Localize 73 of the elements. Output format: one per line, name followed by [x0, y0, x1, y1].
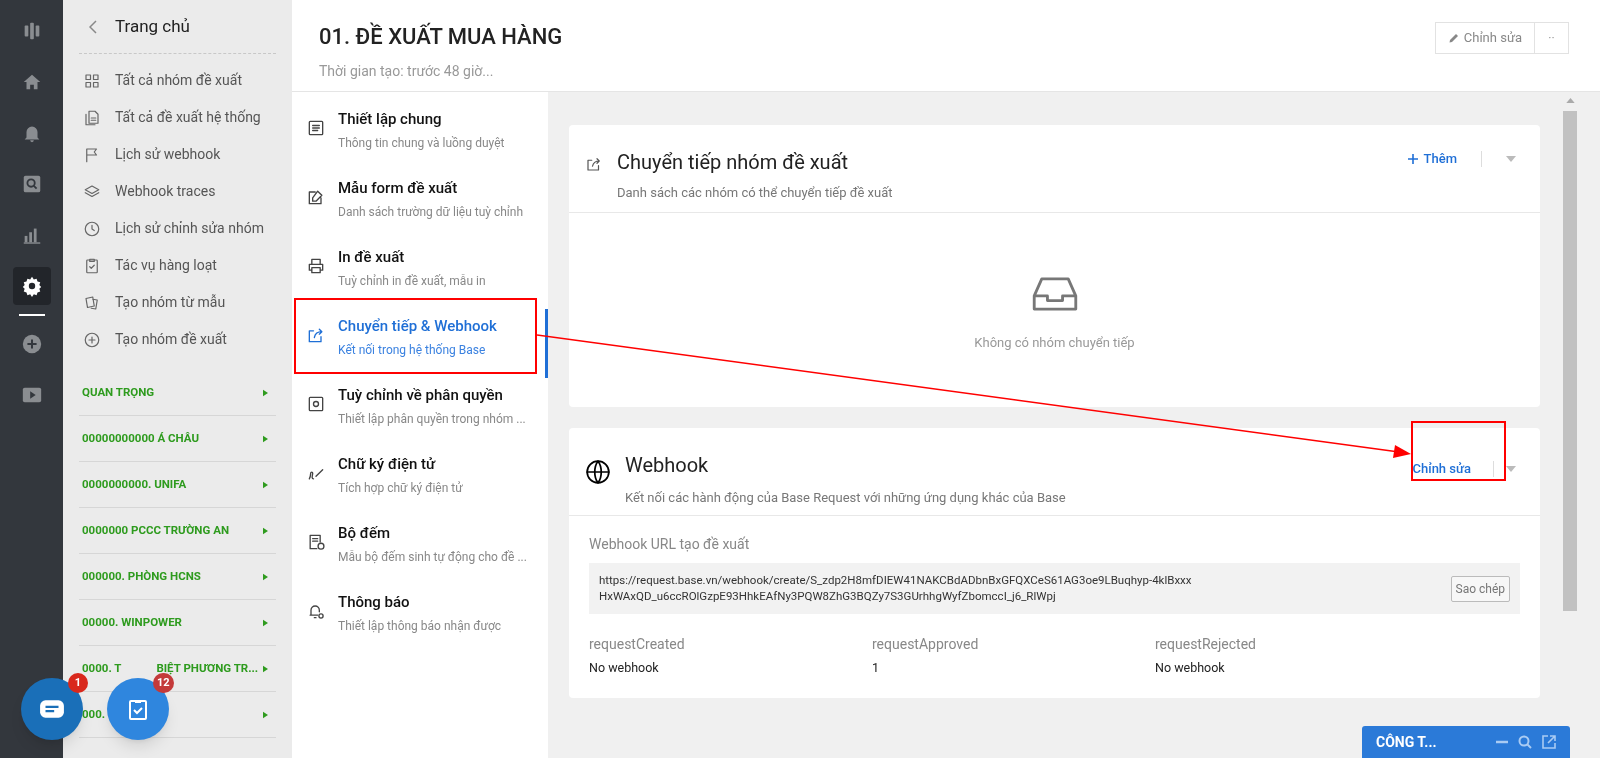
webhook-url: https://request.base.vn/webhook/create/S_zdp2H8mfDIEW41NAKCBdADbnBxGFQXCeS61AG3oe9LBuqhyp-4klBxxxHxWAxQD_u6ccROlGzpE93HhkEAfNy3PQW8ZhG3BQZy7S3GUrhhgWyfZbomccI_j6_RlWpj: [599, 573, 1193, 605]
sidebar-item[interactable]: Tất cả nhóm đề xuất: [79, 62, 276, 99]
add-icon: [83, 330, 101, 349]
settings-menu-item[interactable]: Thông báo Thiết lập thông báo nhận được: [292, 585, 548, 654]
scrollbar-thumb[interactable]: [1563, 111, 1577, 611]
inbox-icon: [1031, 277, 1078, 312]
event-value: 1: [872, 659, 881, 678]
edit-button[interactable]: Chỉnh sửa: [1434, 22, 1535, 54]
clock-icon: [83, 219, 101, 238]
card-subtitle: Danh sách các nhóm có thể chuyển tiếp đề xuất: [617, 184, 893, 202]
settings-icon: [306, 394, 326, 414]
plus-icon: [1407, 153, 1418, 164]
expand-arrow-icon[interactable]: [263, 434, 268, 443]
cards-icon: [83, 293, 101, 312]
expand-arrow-icon[interactable]: [263, 480, 268, 489]
settings-menu-item[interactable]: Bộ đếm Mẫu bộ đếm sinh tự động cho đề ...: [292, 516, 548, 585]
page-subtitle: Thời gian tạo: trước 48 giờ...: [319, 62, 495, 81]
expand-arrow-icon[interactable]: [263, 664, 268, 673]
rail-divider: [18, 314, 45, 316]
clipboard-check-icon: [126, 697, 150, 721]
event-name: requestCreated: [589, 635, 686, 655]
settings-menu-item[interactable]: In đề xuất Tuỳ chỉnh in đề xuất, mẫu in: [292, 240, 548, 309]
url-label: Webhook URL tạo đề xuất: [589, 535, 751, 554]
share-icon: [585, 155, 603, 173]
event-value: No webhook: [1155, 659, 1226, 678]
popout-icon[interactable]: [1542, 735, 1556, 749]
expand-arrow-icon[interactable]: [263, 572, 268, 581]
expand-arrow-icon[interactable]: [263, 388, 268, 397]
event-name: requestApproved: [872, 635, 980, 655]
sidebar-item[interactable]: Tất cả đề xuất hệ thống: [79, 99, 276, 136]
sidebar-item[interactable]: Webhook traces: [79, 173, 276, 210]
sidebar-item[interactable]: Tạo nhóm từ mẫu: [79, 284, 276, 321]
card-title: Chuyển tiếp nhóm đề xuất: [617, 149, 850, 176]
edit-button[interactable]: Chỉnh sửa: [1404, 454, 1479, 484]
clipboard-check-icon: [83, 256, 101, 275]
scroll-up-arrow-icon[interactable]: [1565, 98, 1575, 103]
pencil-icon: [1447, 32, 1460, 44]
dropdown-caret-icon[interactable]: [1506, 155, 1516, 162]
settings-menu-item[interactable]: Chữ ký điện tử Tích hợp chữ ký điện tử: [292, 447, 548, 516]
settings-menu-item[interactable]: Mẫu form đề xuất Danh sách trường dữ liệu tuỳ chỉnh: [292, 171, 548, 240]
rail-button[interactable]: [12, 267, 51, 305]
sidebar-item[interactable]: Tạo nhóm đề xuất: [79, 321, 276, 358]
selected-indicator: [545, 309, 548, 378]
copy-button[interactable]: Sao chép: [1450, 575, 1510, 602]
settings-menu-item[interactable]: Chuyển tiếp & Webhook Kết nối trong hệ thống Base: [292, 309, 548, 378]
sidebar-item[interactable]: Tác vụ hàng loạt: [79, 247, 276, 284]
expand-arrow-icon[interactable]: [263, 618, 268, 627]
sidebar-item[interactable]: Lịch sử chỉnh sửa nhóm: [79, 210, 276, 247]
add-button[interactable]: Thêm: [1407, 149, 1457, 169]
page-title: 01. ĐỀ XUẤT MUA HÀNG: [319, 21, 563, 51]
grid-icon: [83, 71, 101, 90]
dropdown-caret-icon[interactable]: [1506, 466, 1516, 472]
document-icon: [306, 118, 326, 138]
chat-widget-bar[interactable]: CÔNG T...: [1362, 726, 1570, 758]
card-title: Webhook: [625, 452, 710, 479]
sidebar-title: Trang chủ: [115, 14, 190, 38]
printer-icon: [306, 256, 326, 276]
search-icon[interactable]: [1518, 735, 1532, 749]
documents-icon: [83, 108, 101, 127]
card-subtitle: Kết nối các hành động của Base Request với những ứng dụng khác của Base: [625, 489, 1066, 507]
settings-menu-item[interactable]: Tuỳ chỉnh về phân quyền Thiết lập phân quyền trong nhóm ...: [292, 378, 548, 447]
expand-arrow-icon[interactable]: [263, 710, 268, 719]
sidebar-item[interactable]: Lịch sử webhook: [79, 136, 276, 173]
add-icon: [20, 333, 43, 355]
event-name: requestRejected: [1155, 635, 1257, 655]
settings-icon: [20, 275, 43, 297]
event-value: No webhook: [589, 659, 660, 678]
globe-icon: [585, 459, 611, 485]
chat-icon: [39, 699, 65, 719]
back-chevron-icon[interactable]: [89, 19, 97, 34]
settings-menu-item[interactable]: Thiết lập chung Thông tin chung và luồng duyệt: [292, 102, 548, 171]
empty-message: Không có nhóm chuyển tiếp: [974, 334, 1135, 353]
expand-arrow-icon[interactable]: [263, 526, 268, 535]
